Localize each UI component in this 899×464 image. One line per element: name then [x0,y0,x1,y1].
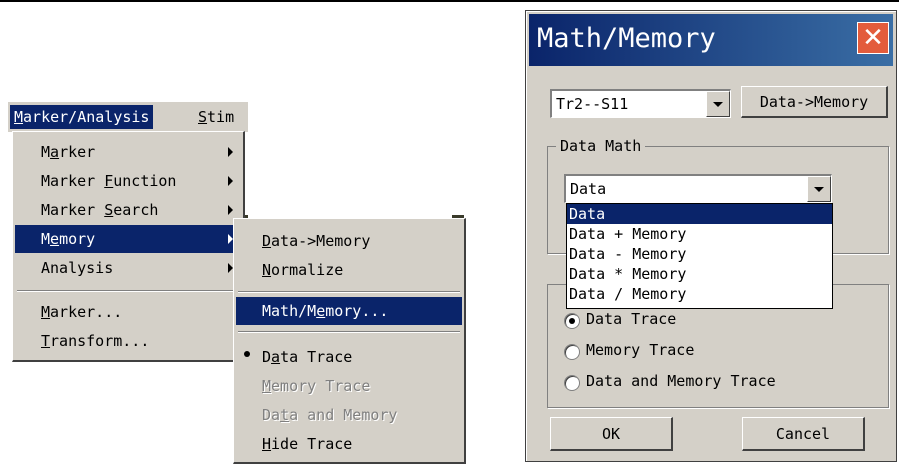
menu-item-analysis[interactable]: Analysis [15,254,241,282]
menu-bar: Marker/Analysis Stim [8,101,248,132]
menu-item-marker-function[interactable]: Marker Function [15,167,241,195]
check-bullet-icon [244,351,250,357]
menubar-item-mnemonic: S [198,108,208,126]
math-memory-dialog: Math/Memory ✕ Tr2--S11 Data->Memory Data… [525,10,897,462]
menubar-item-stimulus[interactable]: Stim [194,105,238,129]
top-rule [0,0,899,2]
dropdown-option-data-times-memory[interactable]: Data * Memory [567,264,832,284]
radio-data-and-memory-trace[interactable] [564,375,580,391]
data-math-dropdown-list: Data Data + Memory Data - Memory Data * … [566,203,833,309]
trace-select[interactable]: Tr2--S11 [550,89,731,118]
data-math-select[interactable]: Data [564,174,832,203]
menu-item-marker-search[interactable]: Marker Search [15,196,241,224]
data-to-memory-button[interactable]: Data->Memory [741,86,888,118]
dropdown-option-data-minus-memory[interactable]: Data - Memory [567,244,832,264]
submenu-item-data-to-memory[interactable]: Data->Memory [236,227,462,255]
submenu-item-normalize[interactable]: Normalize [236,256,462,284]
chevron-down-icon[interactable] [706,91,730,117]
cancel-button[interactable]: Cancel [742,417,865,451]
radio-data-trace[interactable] [564,313,580,329]
submenu-arrow-icon [228,205,233,215]
menubar-item-rest: arker/Analysis [23,108,150,126]
menu-item-marker-dialog[interactable]: Marker... [15,298,241,326]
marker-analysis-menu: Marker Marker Function Marker Search Mem… [12,131,245,362]
dialog-title: Math/Memory [537,23,716,54]
submenu-item-data-and-memory: Data and Memory [262,406,398,424]
submenu-item-hide-trace[interactable]: Hide Trace [236,430,462,458]
submenu-item-data-trace[interactable]: Data Trace [236,343,462,371]
menubar-item-marker-analysis[interactable]: Marker/Analysis [10,105,154,129]
menu-separator [238,331,460,333]
submenu-arrow-icon [228,176,233,186]
menubar-item-rest: tim [207,108,235,126]
ok-button[interactable]: OK [550,417,673,451]
data-math-label: Data Math [556,136,646,156]
dropdown-option-data-plus-memory[interactable]: Data + Memory [567,224,832,244]
dropdown-option-data[interactable]: Data [567,204,832,224]
menu-item-transform[interactable]: Transform... [15,327,241,355]
radio-data-and-memory-trace-label: Data and Memory Trace [586,372,776,390]
menu-item-marker[interactable]: Marker [15,138,241,166]
chevron-down-icon[interactable] [807,176,831,202]
close-icon[interactable]: ✕ [857,22,889,54]
menu-separator [238,291,460,293]
menu-separator [17,290,239,292]
memory-submenu: Data->Memory Normalize Math/Memory... Da… [233,218,466,464]
submenu-item-math-memory[interactable]: Math/Memory... [236,297,462,325]
submenu-item-memory-trace: Memory Trace [262,377,371,395]
radio-data-trace-label: Data Trace [586,310,677,328]
radio-memory-trace[interactable] [564,344,580,360]
menu-item-memory[interactable]: Memory [15,225,241,253]
dialog-titlebar[interactable]: Math/Memory ✕ [529,14,893,66]
radio-memory-trace-label: Memory Trace [586,341,695,359]
submenu-arrow-icon [228,147,233,157]
data-math-select-value: Data [570,180,607,198]
menubar-item-mnemonic: M [14,108,24,126]
dropdown-option-data-divide-memory[interactable]: Data / Memory [567,284,832,304]
trace-select-value: Tr2--S11 [556,95,629,113]
